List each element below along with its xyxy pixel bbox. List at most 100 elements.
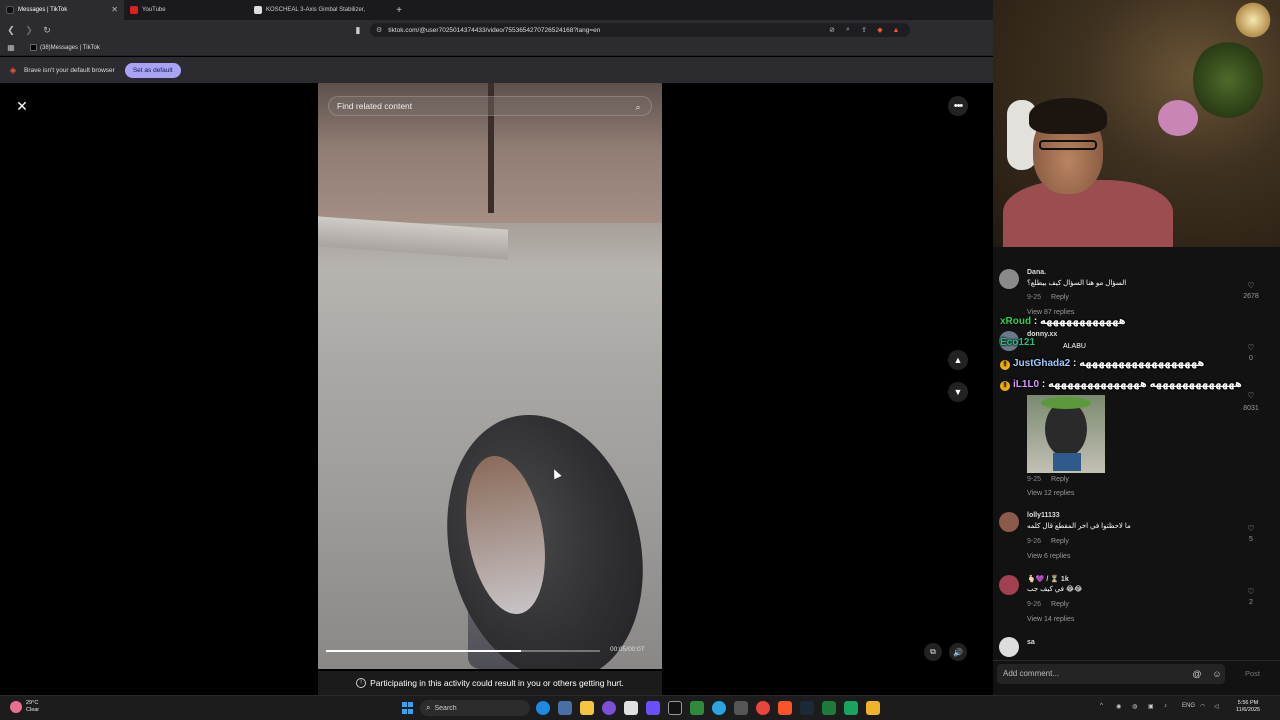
search-icon[interactable]: ⌕ <box>631 100 645 114</box>
microphone-icon[interactable]: ♪ <box>1164 703 1167 709</box>
bookmark-tiktok-messages[interactable]: (38)Messages | TikTok <box>30 44 100 51</box>
default-browser-infobar: ◈ Brave isn't your default browser Set a… <box>0 57 993 83</box>
view-replies-button[interactable]: View 6 replies <box>1027 553 1070 560</box>
reload-icon[interactable]: ↻ <box>40 23 54 37</box>
comment-username[interactable]: sa <box>1027 639 1035 646</box>
mention-icon[interactable]: @ <box>1191 668 1203 680</box>
telegram-icon[interactable] <box>712 701 726 715</box>
steam-icon[interactable] <box>800 701 814 715</box>
emoji-icon[interactable]: ☺ <box>1211 668 1223 680</box>
tray-icon[interactable]: ▣ <box>1148 703 1154 710</box>
weather-widget[interactable]: 29°C Clear <box>10 700 39 713</box>
forward-icon[interactable]: ❯ <box>22 23 36 37</box>
volume-icon[interactable]: ◁ <box>1214 703 1219 710</box>
add-comment-bar: @ ☺ Post <box>993 660 1280 686</box>
app-icon[interactable] <box>734 701 748 715</box>
view-replies-button[interactable]: View 14 replies <box>1027 616 1074 623</box>
file-explorer-icon[interactable] <box>580 701 594 715</box>
bookmark-icon[interactable]: ▮ <box>352 23 364 37</box>
notes-icon[interactable] <box>624 701 638 715</box>
site-info-icon[interactable]: ⚙ <box>376 26 382 34</box>
chrome-icon[interactable] <box>756 701 770 715</box>
webcam-glasses <box>1039 140 1097 150</box>
brave-icon[interactable] <box>778 701 792 715</box>
app-icon[interactable] <box>844 701 858 715</box>
tab-bar: Messages | TikTok ✕ YouTube KOSCHEAL 3-A… <box>0 0 993 20</box>
reply-button[interactable]: Reply <box>1051 538 1069 545</box>
edge-icon[interactable] <box>536 701 550 715</box>
related-search[interactable]: ⌕ <box>328 96 652 116</box>
language-indicator[interactable]: ENG <box>1182 703 1195 709</box>
brave-rewards-icon[interactable]: ▲ <box>890 24 902 36</box>
comment-input[interactable] <box>1003 669 1173 678</box>
avatar[interactable] <box>999 269 1019 289</box>
post-button[interactable]: Post <box>1245 669 1260 678</box>
comment-input-box[interactable]: @ ☺ <box>997 664 1225 684</box>
avatar[interactable] <box>999 637 1019 657</box>
tab-youtube[interactable]: YouTube <box>124 0 248 20</box>
tab-gimbal[interactable]: KOSCHEAL 3-Axis Gimbal Stabilizer, <box>248 0 388 20</box>
heart-icon[interactable]: ♡ <box>1241 343 1261 352</box>
video-timecode: 00:05/00:07 <box>610 646 645 653</box>
comment-username[interactable]: lolly11133 <box>1027 512 1060 519</box>
wifi-icon[interactable]: ◠ <box>1200 703 1205 710</box>
video-progress-bar[interactable] <box>326 650 600 652</box>
close-icon[interactable]: ✕ <box>12 96 32 116</box>
reply-button[interactable]: Reply <box>1051 601 1069 608</box>
windows-start-icon[interactable] <box>402 702 414 714</box>
video-player[interactable]: ⌕ 00:05/00:07 <box>318 83 662 669</box>
infobar-message: Brave isn't your default browser <box>24 66 115 74</box>
comment-sticker-image[interactable] <box>1027 395 1105 473</box>
new-tab-button[interactable]: + <box>392 3 406 17</box>
chevron-up-icon[interactable]: ▲ <box>948 350 968 370</box>
close-tab-icon[interactable]: ✕ <box>111 5 118 15</box>
heart-icon[interactable]: ♡ <box>1241 281 1261 290</box>
set-default-button[interactable]: Set as default <box>124 62 181 78</box>
webcam-plush <box>1158 100 1198 136</box>
media-icon[interactable]: ⊘ <box>826 24 838 36</box>
related-search-input[interactable] <box>337 101 617 111</box>
tab-tiktok-messages[interactable]: Messages | TikTok ✕ <box>0 0 124 20</box>
tray-icon[interactable]: ◍ <box>1132 703 1137 710</box>
reply-button[interactable]: Reply <box>1051 476 1069 483</box>
app-icon[interactable] <box>602 701 616 715</box>
zoom-icon[interactable]: ⌕ <box>842 24 854 36</box>
chevron-down-icon[interactable]: ▼ <box>948 382 968 402</box>
app-icon[interactable] <box>646 701 660 715</box>
volume-icon[interactable]: 🔊 <box>949 643 967 661</box>
miniplayer-icon[interactable]: ⧉ <box>924 643 942 661</box>
back-icon[interactable]: ❮ <box>4 23 18 37</box>
apps-grid-icon[interactable]: ▦ <box>6 43 16 53</box>
comment-username[interactable]: 🫰🏻💜 / ⏳ 1k <box>1027 575 1069 583</box>
chevron-up-icon[interactable]: ^ <box>1100 703 1103 709</box>
comment-username[interactable]: Dana. <box>1027 269 1046 276</box>
taskbar-clock[interactable]: 5:56 PM 11/6/2025 <box>1236 700 1260 714</box>
sticker-tire <box>1045 401 1087 457</box>
app-icon[interactable] <box>668 701 682 715</box>
reply-button[interactable]: Reply <box>1051 294 1069 301</box>
tab-label: Messages | TikTok <box>18 7 68 13</box>
address-bar[interactable]: ⚙ ⊘ ⌕ ⇪ ◆ ▲ <box>370 23 910 37</box>
browser-toolbar: ❮ ❯ ↻ ▮ ⚙ ⊘ ⌕ ⇪ ◆ ▲ <box>0 20 993 40</box>
avatar[interactable] <box>999 512 1019 532</box>
app-icon[interactable] <box>558 701 572 715</box>
heart-icon[interactable]: ♡ <box>1241 391 1261 400</box>
chat-badge-icon: ! <box>1000 360 1010 370</box>
url-input[interactable] <box>388 26 809 34</box>
tray-icon[interactable]: ◉ <box>1116 703 1121 710</box>
excel-icon[interactable] <box>822 701 836 715</box>
view-replies-button[interactable]: View 12 replies <box>1027 490 1074 497</box>
view-replies-button[interactable]: View 87 replies <box>1027 309 1074 316</box>
taskbar-search[interactable]: ⌕ <box>420 700 530 716</box>
heart-icon[interactable]: ♡ <box>1241 524 1261 533</box>
avatar[interactable] <box>999 575 1019 595</box>
heart-icon[interactable]: ♡ <box>1241 587 1261 596</box>
more-icon[interactable]: ••• <box>948 96 968 116</box>
app-icon[interactable] <box>866 701 880 715</box>
taskbar-search-input[interactable] <box>434 704 515 712</box>
share-icon[interactable]: ⇪ <box>858 24 870 36</box>
brave-lion-icon: ◈ <box>9 64 17 75</box>
xbox-icon[interactable] <box>690 701 704 715</box>
weather-desc: Clear <box>26 706 40 713</box>
brave-shield-icon[interactable]: ◆ <box>874 24 886 36</box>
